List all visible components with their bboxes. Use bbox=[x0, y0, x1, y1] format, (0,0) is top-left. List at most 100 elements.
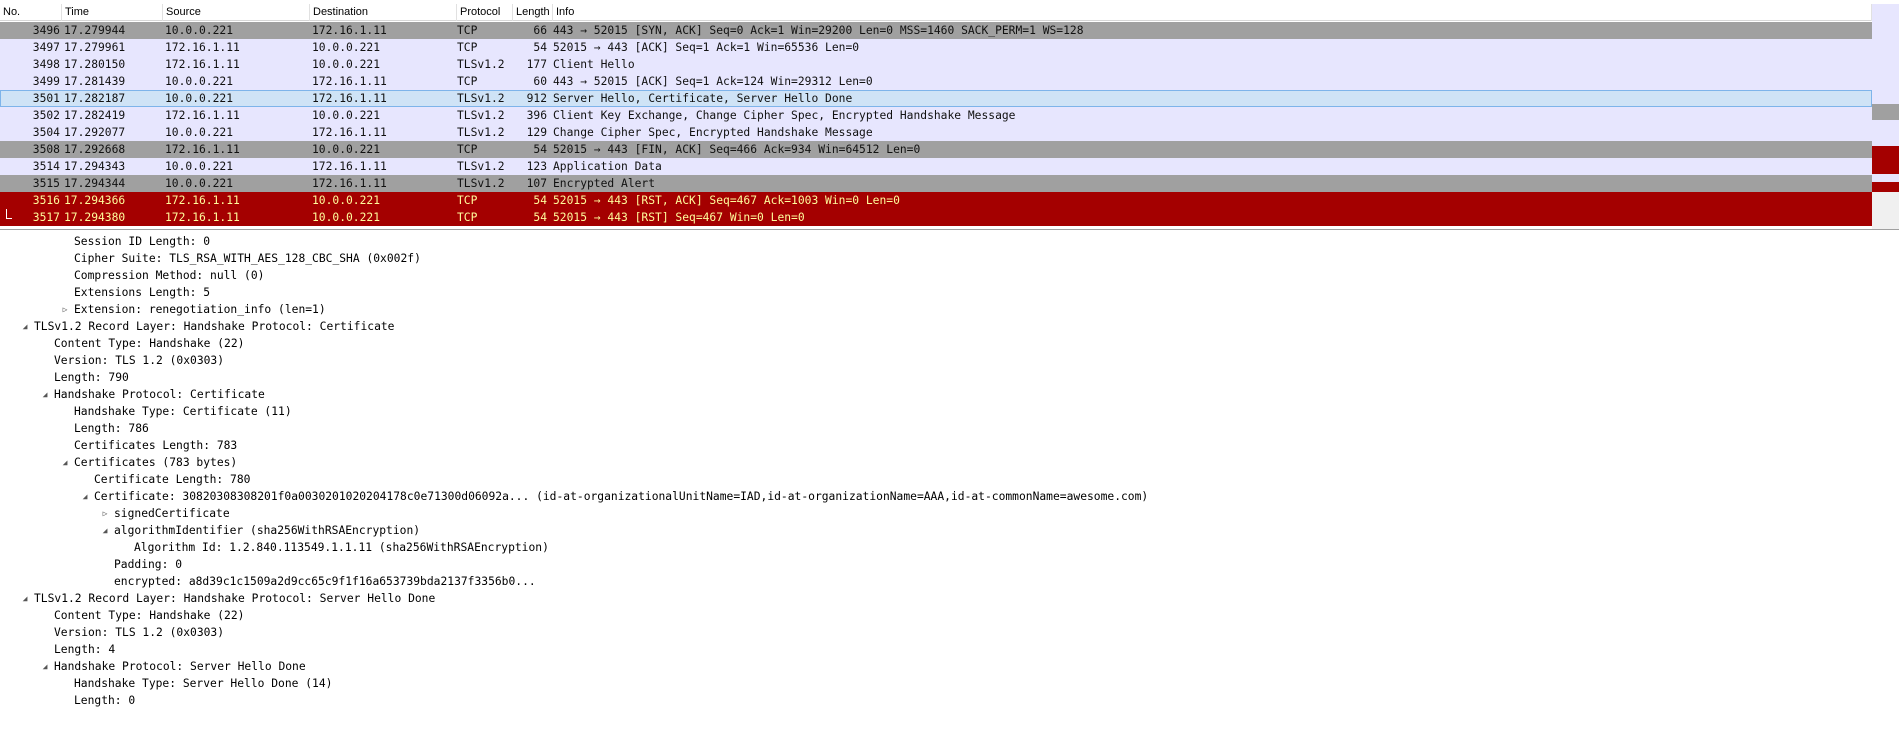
packet-time: 17.292077 bbox=[64, 126, 126, 139]
packet-protocol: TLSv1.2 bbox=[457, 177, 505, 190]
collapsed-arrow-icon[interactable]: ▷ bbox=[100, 505, 110, 522]
minimap-mark bbox=[1872, 146, 1899, 174]
column-header-length[interactable]: Length bbox=[513, 4, 553, 21]
packet-number: 3501 bbox=[32, 92, 60, 105]
expanded-arrow-icon[interactable]: ◢ bbox=[40, 386, 50, 403]
packet-time: 17.294380 bbox=[64, 211, 126, 224]
detail-tree-item[interactable]: Length: 786 bbox=[0, 420, 1899, 437]
packet-info: Change Cipher Spec, Encrypted Handshake … bbox=[553, 126, 873, 139]
detail-tree-item[interactable]: encrypted: a8d39c1c1509a2d9cc65c9f1f16a6… bbox=[0, 573, 1899, 590]
packet-row[interactable]: 3499 17.281439 10.0.0.221 172.16.1.11 TCP 60 4… bbox=[0, 73, 1872, 90]
collapsed-arrow-icon[interactable]: ▷ bbox=[60, 301, 70, 318]
packet-time: 17.282419 bbox=[64, 109, 126, 122]
detail-tree-label: Version: TLS 1.2 (0x0303) bbox=[54, 354, 225, 367]
column-header-protocol[interactable]: Protocol bbox=[457, 4, 513, 21]
detail-tree-item[interactable]: Length: 0 bbox=[0, 692, 1899, 709]
detail-tree-label: Padding: 0 bbox=[114, 558, 183, 571]
packet-number: 3514 bbox=[32, 160, 60, 173]
packet-row[interactable]: 3516 17.294366 172.16.1.11 10.0.0.221 TCP 54 5… bbox=[0, 192, 1872, 209]
detail-tree-item[interactable]: ◢ TLSv1.2 Record Layer: Handshake Protoco… bbox=[0, 318, 1899, 335]
column-header-source[interactable]: Source bbox=[163, 4, 310, 21]
expanded-arrow-icon[interactable]: ◢ bbox=[20, 590, 30, 607]
packet-info: Server Hello, Certificate, Server Hello … bbox=[553, 92, 853, 105]
packet-length: 54 bbox=[533, 211, 547, 224]
packet-info: Encrypted Alert bbox=[553, 177, 656, 190]
packet-row[interactable]: 3498 17.280150 172.16.1.11 10.0.0.221 TLSv1.… bbox=[0, 56, 1872, 73]
detail-tree-item[interactable]: Version: TLS 1.2 (0x0303) bbox=[0, 624, 1899, 641]
packet-protocol: TCP bbox=[457, 143, 478, 156]
expanded-arrow-icon[interactable]: ◢ bbox=[100, 522, 110, 539]
detail-tree-item[interactable]: ▷ signedCertificate bbox=[0, 505, 1899, 522]
detail-tree-item[interactable]: Cipher Suite: TLS_RSA_WITH_AES_128_CBC_S… bbox=[0, 250, 1899, 267]
packet-time: 17.279961 bbox=[64, 41, 126, 54]
expanded-arrow-icon[interactable]: ◢ bbox=[60, 454, 70, 471]
packet-row[interactable]: 3496 17.279944 10.0.0.221 172.16.1.11 TCP 66 4… bbox=[0, 22, 1872, 39]
detail-tree-item[interactable]: Version: TLS 1.2 (0x0303) bbox=[0, 352, 1899, 369]
detail-tree-item[interactable]: Length: 4 bbox=[0, 641, 1899, 658]
packet-source: 172.16.1.11 bbox=[165, 109, 240, 122]
conversation-bracket-end bbox=[6, 218, 12, 219]
detail-tree-item[interactable]: ▷ Extension: renegotiation_info (len=1) bbox=[0, 301, 1899, 318]
packet-source: 172.16.1.11 bbox=[165, 143, 240, 156]
detail-tree-item[interactable]: Algorithm Id: 1.2.840.113549.1.1.11 (sha… bbox=[0, 539, 1899, 556]
detail-tree-item[interactable]: Session ID Length: 0 bbox=[0, 233, 1899, 250]
packet-time: 17.294344 bbox=[64, 177, 126, 190]
expanded-arrow-icon[interactable]: ◢ bbox=[80, 488, 90, 505]
detail-tree-label: Extension: renegotiation_info (len=1) bbox=[74, 303, 326, 316]
packet-source: 10.0.0.221 bbox=[165, 92, 234, 105]
detail-tree-item[interactable]: ◢ TLSv1.2 Record Layer: Handshake Protoco… bbox=[0, 590, 1899, 607]
packet-row[interactable]: 3508 17.292668 172.16.1.11 10.0.0.221 TCP 54 5… bbox=[0, 141, 1872, 158]
detail-tree-item[interactable]: ◢ Handshake Protocol: Certificate bbox=[0, 386, 1899, 403]
column-header-no[interactable]: No. bbox=[0, 4, 62, 21]
detail-tree-item[interactable]: Extensions Length: 5 bbox=[0, 284, 1899, 301]
detail-tree-item[interactable]: ◢ algorithmIdentifier (sha256WithRSAEncry… bbox=[0, 522, 1899, 539]
detail-tree-item[interactable]: ◢ Handshake Protocol: Server Hello Done bbox=[0, 658, 1899, 675]
packet-info: Client Key Exchange, Change Cipher Spec,… bbox=[553, 109, 1016, 122]
packet-number: 3496 bbox=[32, 24, 60, 37]
packet-destination: 172.16.1.11 bbox=[312, 177, 387, 190]
detail-tree-item[interactable]: Handshake Type: Certificate (11) bbox=[0, 403, 1899, 420]
packet-source: 10.0.0.221 bbox=[165, 24, 234, 37]
expanded-arrow-icon[interactable]: ◢ bbox=[20, 318, 30, 335]
packet-list-minimap-scrollbar[interactable] bbox=[1872, 4, 1899, 229]
packet-protocol: TCP bbox=[457, 24, 478, 37]
packet-number: 3498 bbox=[32, 58, 60, 71]
packet-source: 10.0.0.221 bbox=[165, 75, 234, 88]
packet-row[interactable]: 3515 17.294344 10.0.0.221 172.16.1.11 TLSv1.… bbox=[0, 175, 1872, 192]
detail-tree-label: TLSv1.2 Record Layer: Handshake Protocol… bbox=[34, 320, 395, 333]
packet-length: 60 bbox=[533, 75, 547, 88]
column-header-destination[interactable]: Destination bbox=[310, 4, 457, 21]
detail-tree-item[interactable]: Certificates Length: 783 bbox=[0, 437, 1899, 454]
detail-tree-label: TLSv1.2 Record Layer: Handshake Protocol… bbox=[34, 592, 436, 605]
column-header-time[interactable]: Time bbox=[62, 4, 163, 21]
expanded-arrow-icon[interactable]: ◢ bbox=[40, 658, 50, 675]
detail-tree-item[interactable]: ◢ Certificates (783 bytes) bbox=[0, 454, 1899, 471]
packet-protocol: TLSv1.2 bbox=[457, 58, 505, 71]
detail-tree-item[interactable]: Certificate Length: 780 bbox=[0, 471, 1899, 488]
packet-list-pane: No. Time Source Destination Protocol Len… bbox=[0, 0, 1899, 230]
detail-tree-item[interactable]: ◢ Certificate: 30820308308201f0a003020102… bbox=[0, 488, 1899, 505]
detail-tree-label: Length: 0 bbox=[74, 694, 136, 707]
packet-row[interactable]: 3502 17.282419 172.16.1.11 10.0.0.221 TLSv1.… bbox=[0, 107, 1872, 124]
packet-length: 123 bbox=[526, 160, 547, 173]
detail-tree-item[interactable]: Padding: 0 bbox=[0, 556, 1899, 573]
detail-tree-item[interactable]: Handshake Type: Server Hello Done (14) bbox=[0, 675, 1899, 692]
column-header-info[interactable]: Info bbox=[553, 4, 1872, 21]
packet-row[interactable]: 3501 17.282187 10.0.0.221 172.16.1.11 TLSv1.… bbox=[0, 90, 1872, 107]
packet-row[interactable]: 3517 17.294380 172.16.1.11 10.0.0.221 TCP 54 5… bbox=[0, 209, 1872, 226]
packet-time: 17.292668 bbox=[64, 143, 126, 156]
packet-protocol: TCP bbox=[457, 75, 478, 88]
packet-destination: 10.0.0.221 bbox=[312, 41, 381, 54]
detail-tree-item[interactable]: Length: 790 bbox=[0, 369, 1899, 386]
packet-length: 912 bbox=[526, 92, 547, 105]
packet-row[interactable]: 3504 17.292077 10.0.0.221 172.16.1.11 TLSv1.… bbox=[0, 124, 1872, 141]
packet-row[interactable]: 3514 17.294343 10.0.0.221 172.16.1.11 TLSv1.… bbox=[0, 158, 1872, 175]
detail-tree-item[interactable]: Compression Method: null (0) bbox=[0, 267, 1899, 284]
detail-tree-label: Content Type: Handshake (22) bbox=[54, 337, 245, 350]
packet-protocol: TLSv1.2 bbox=[457, 109, 505, 122]
packet-time: 17.294343 bbox=[64, 160, 126, 173]
detail-tree-item[interactable]: Content Type: Handshake (22) bbox=[0, 607, 1899, 624]
detail-tree-item[interactable]: Content Type: Handshake (22) bbox=[0, 335, 1899, 352]
packet-row[interactable]: 3497 17.279961 172.16.1.11 10.0.0.221 TCP 54 5… bbox=[0, 39, 1872, 56]
detail-tree-label: Length: 786 bbox=[74, 422, 149, 435]
